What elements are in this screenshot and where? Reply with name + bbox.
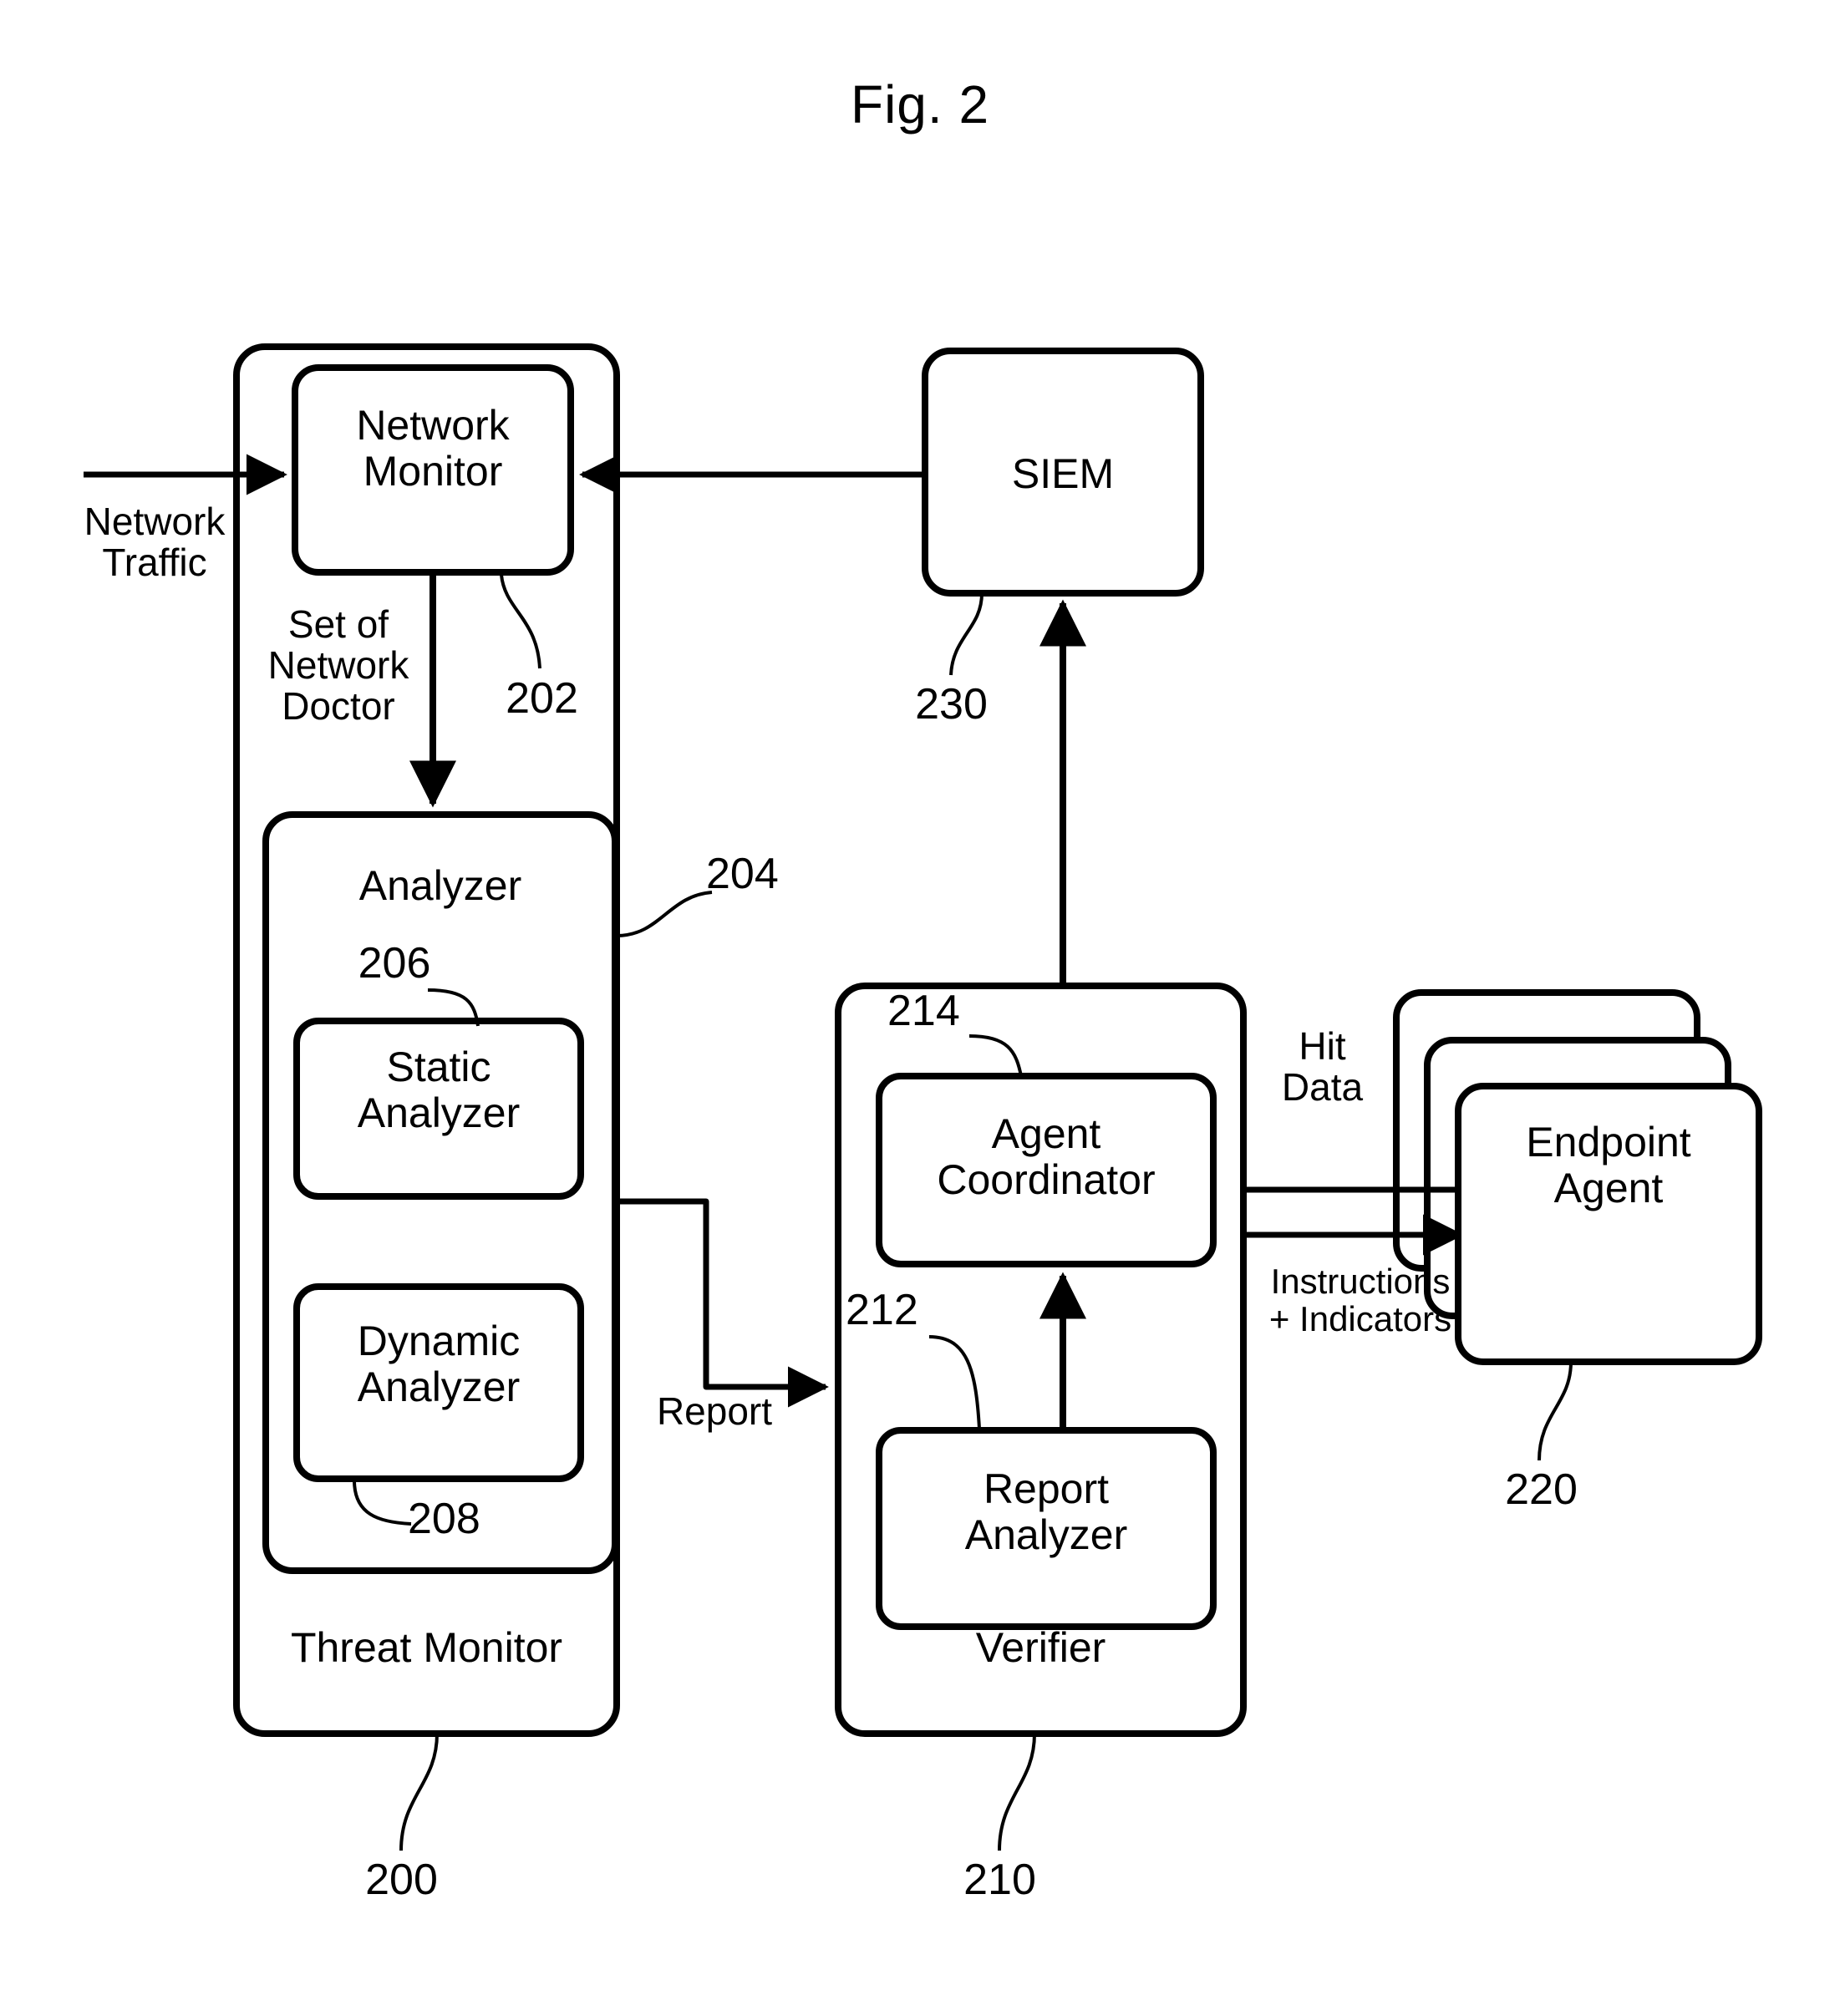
hit-data-label: Hit Data [1281, 1024, 1364, 1110]
network-traffic-label: Network Traffic [84, 500, 226, 585]
static-analyzer-label: Static Analyzer [357, 1044, 521, 1136]
analyzer-label: Analyzer [358, 862, 522, 909]
leader-line-202 [500, 574, 541, 669]
set-of-network-doctor-label: Set of Network Doctor [267, 602, 409, 729]
leader-line-208 [353, 1480, 412, 1526]
verifier-label: Verifier [975, 1624, 1106, 1671]
leader-line-214 [968, 1034, 1023, 1077]
reference-numeral-230: 230 [915, 680, 988, 729]
reference-numeral-204: 204 [706, 850, 779, 898]
reference-numeral-214: 214 [887, 987, 960, 1035]
reference-numeral-220: 220 [1505, 1465, 1578, 1514]
reference-numeral-212: 212 [846, 1286, 918, 1334]
reference-numeral-210: 210 [963, 1856, 1036, 1904]
leader-line-210 [998, 1733, 1036, 1851]
leader-line-220 [1538, 1361, 1573, 1461]
agent-coordinator-label: Agent Coordinator [937, 1110, 1156, 1203]
report-path-arrow [615, 1198, 829, 1408]
reference-numeral-206: 206 [358, 939, 431, 988]
reference-numeral-200: 200 [365, 1856, 438, 1904]
reference-numeral-208: 208 [408, 1495, 480, 1543]
network-monitor-label: Network Monitor [356, 402, 510, 495]
leader-line-230 [949, 592, 984, 676]
figure-2-diagram: Fig. 2 Network Monitor Analyzer Static A… [0, 0, 1840, 2016]
instructions-indicators-label: Instructions + Indicators [1268, 1262, 1452, 1338]
siem-label: SIEM [1011, 450, 1115, 497]
leader-line-200 [399, 1733, 439, 1851]
verifier-container [835, 983, 1247, 1737]
leader-line-212 [928, 1335, 981, 1429]
report-analyzer-label: Report Analyzer [964, 1465, 1128, 1558]
analyzer-box [262, 811, 618, 1574]
reference-numeral-202: 202 [506, 674, 578, 723]
dynamic-analyzer-label: Dynamic Analyzer [357, 1318, 521, 1410]
report-label: Report [656, 1389, 773, 1433]
endpoint-agent-label: Endpoint Agent [1526, 1119, 1691, 1211]
threat-monitor-label: Threat Monitor [290, 1624, 563, 1671]
leader-line-204 [616, 891, 713, 937]
